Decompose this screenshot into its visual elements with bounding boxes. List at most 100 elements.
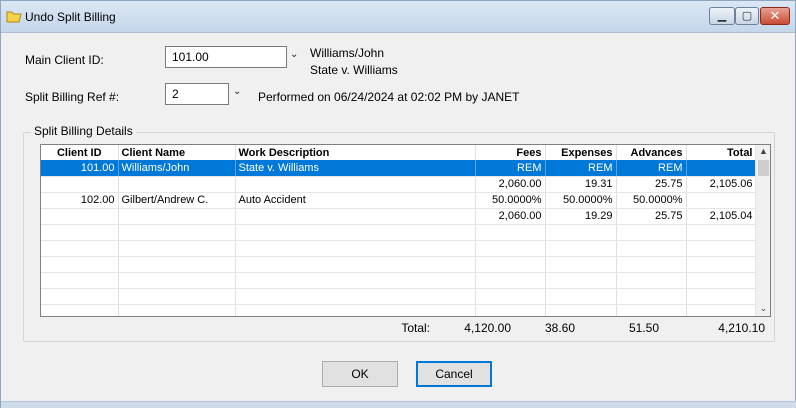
table-row[interactable] bbox=[41, 288, 757, 305]
total-fees: 4,120.00 bbox=[464, 321, 511, 335]
ok-button[interactable]: OK bbox=[322, 361, 398, 387]
table-row[interactable] bbox=[41, 240, 757, 257]
client-matter-text: State v. Williams bbox=[310, 63, 398, 77]
table-cell: 25.75 bbox=[616, 208, 687, 225]
table-cell bbox=[616, 288, 687, 305]
table-cell bbox=[686, 288, 757, 305]
table-cell bbox=[41, 272, 119, 289]
table-cell bbox=[545, 224, 617, 241]
table-cell: REM bbox=[545, 160, 617, 177]
table-cell: 50.0000% bbox=[545, 192, 617, 209]
table-row[interactable] bbox=[41, 272, 757, 289]
performed-text: Performed on 06/24/2024 at 02:02 PM by J… bbox=[258, 90, 520, 104]
table-cell bbox=[686, 224, 757, 241]
close-icon: ✕ bbox=[769, 8, 781, 23]
table-cell bbox=[475, 256, 546, 273]
table-cell bbox=[235, 208, 476, 225]
vertical-scrollbar[interactable]: ▲ ⌄ bbox=[755, 145, 770, 316]
table-cell bbox=[41, 256, 119, 273]
table-cell: 19.31 bbox=[545, 176, 617, 193]
total-total: 4,210.10 bbox=[718, 321, 765, 335]
table-cell bbox=[41, 304, 119, 316]
col-header-work-description[interactable]: Work Description bbox=[235, 145, 476, 160]
table-row[interactable] bbox=[41, 224, 757, 241]
table-cell bbox=[545, 288, 617, 305]
table-cell bbox=[235, 288, 476, 305]
table-row[interactable]: 2,060.00 19.31 25.75 2,105.06 bbox=[41, 176, 757, 193]
table-cell bbox=[235, 272, 476, 289]
table-cell bbox=[545, 272, 617, 289]
col-header-client-id[interactable]: Client ID bbox=[41, 145, 119, 160]
table-cell: State v. Williams bbox=[235, 160, 476, 177]
main-client-id-field[interactable]: 101.00 bbox=[165, 46, 287, 68]
scroll-up-icon[interactable]: ▲ bbox=[756, 146, 770, 156]
table-row[interactable]: 102.00 Gilbert/Andrew C. Auto Accident 50.0… bbox=[41, 192, 757, 209]
maximize-icon: ▢ bbox=[741, 10, 753, 22]
table-cell bbox=[235, 224, 476, 241]
table-cell bbox=[686, 240, 757, 257]
table-cell bbox=[118, 304, 236, 316]
table-cell bbox=[616, 272, 687, 289]
title-bar[interactable]: Undo Split Billing ▁ ▢ ✕ bbox=[1, 1, 795, 33]
table-cell bbox=[686, 272, 757, 289]
table-cell: Auto Accident bbox=[235, 192, 476, 209]
grid-header-row: Client ID Client Name Work Description F… bbox=[41, 145, 757, 160]
split-ref-dropdown-icon[interactable]: ⌄ bbox=[233, 86, 241, 97]
folder-icon bbox=[6, 11, 22, 23]
table-cell: Gilbert/Andrew C. bbox=[118, 192, 236, 209]
table-row[interactable] bbox=[41, 256, 757, 273]
table-cell bbox=[616, 304, 687, 316]
scroll-down-icon[interactable]: ⌄ bbox=[756, 303, 770, 314]
split-billing-grid[interactable]: Client ID Client Name Work Description F… bbox=[40, 144, 771, 317]
group-title: Split Billing Details bbox=[31, 124, 136, 138]
table-cell bbox=[118, 176, 236, 193]
table-cell bbox=[235, 240, 476, 257]
col-header-fees[interactable]: Fees bbox=[475, 145, 546, 160]
minimize-icon: ▁ bbox=[717, 10, 727, 22]
table-cell bbox=[118, 256, 236, 273]
col-header-client-name[interactable]: Client Name bbox=[118, 145, 236, 160]
main-client-label: Main Client ID: bbox=[25, 53, 104, 67]
window-bottom-edge bbox=[1, 401, 796, 408]
col-header-total[interactable]: Total bbox=[686, 145, 757, 160]
maximize-button[interactable]: ▢ bbox=[735, 7, 759, 25]
total-advances: 51.50 bbox=[629, 321, 660, 335]
table-row[interactable] bbox=[41, 304, 757, 316]
table-cell bbox=[118, 240, 236, 257]
table-cell bbox=[545, 240, 617, 257]
table-cell bbox=[118, 272, 236, 289]
table-cell: 19.29 bbox=[545, 208, 617, 225]
table-cell bbox=[41, 288, 119, 305]
table-cell: 2,060.00 bbox=[475, 208, 546, 225]
table-cell bbox=[475, 288, 546, 305]
table-cell bbox=[41, 176, 119, 193]
col-header-expenses[interactable]: Expenses bbox=[545, 145, 617, 160]
table-cell bbox=[686, 192, 757, 209]
total-expenses: 38.60 bbox=[545, 321, 576, 335]
table-cell: REM bbox=[616, 160, 687, 177]
table-cell bbox=[616, 224, 687, 241]
table-cell bbox=[235, 304, 476, 316]
cancel-button[interactable]: Cancel bbox=[416, 361, 492, 387]
scroll-thumb[interactable] bbox=[758, 160, 769, 176]
col-header-advances[interactable]: Advances bbox=[616, 145, 687, 160]
main-client-dropdown-icon[interactable]: ⌄ bbox=[290, 49, 298, 60]
table-cell bbox=[118, 224, 236, 241]
table-row[interactable]: 2,060.00 19.29 25.75 2,105.04 bbox=[41, 208, 757, 225]
table-cell bbox=[41, 224, 119, 241]
table-cell bbox=[686, 304, 757, 316]
table-cell: Williams/John bbox=[118, 160, 236, 177]
table-cell bbox=[118, 288, 236, 305]
split-ref-field[interactable]: 2 bbox=[165, 83, 229, 105]
table-cell bbox=[475, 224, 546, 241]
table-cell bbox=[41, 208, 119, 225]
table-cell: 2,105.06 bbox=[686, 176, 757, 193]
table-cell bbox=[616, 240, 687, 257]
table-row[interactable]: 101.00 Williams/John State v. Williams REM R… bbox=[41, 160, 757, 177]
table-cell: 25.75 bbox=[616, 176, 687, 193]
close-button[interactable]: ✕ bbox=[760, 7, 790, 25]
table-cell bbox=[686, 256, 757, 273]
table-cell bbox=[686, 160, 757, 177]
minimize-button[interactable]: ▁ bbox=[709, 7, 735, 25]
table-cell bbox=[475, 272, 546, 289]
